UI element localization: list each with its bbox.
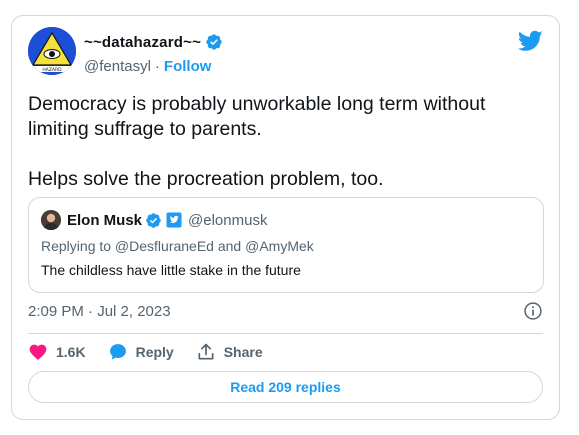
read-replies-button[interactable]: Read 209 replies xyxy=(28,371,543,403)
quoted-name-row: Elon Musk @elonmusk xyxy=(67,210,267,230)
affiliation-badge-icon xyxy=(166,212,182,228)
author-name-row: ~~datahazard~~ xyxy=(84,31,223,53)
author-display-name[interactable]: ~~datahazard~~ xyxy=(84,34,201,51)
like-button[interactable]: 1.6K xyxy=(28,342,86,362)
tweet-card: HAZARD ~~datahazard~~ @fentasyl · Follow… xyxy=(11,15,560,420)
author-avatar[interactable]: HAZARD xyxy=(28,27,76,75)
replying-to-text: Replying to @DesfluraneEd and @AmyMek xyxy=(41,238,314,254)
action-bar: 1.6K Reply Share xyxy=(28,340,285,364)
share-button[interactable]: Share xyxy=(196,342,263,362)
divider xyxy=(28,333,543,334)
share-label: Share xyxy=(223,344,263,360)
reply-label: Reply xyxy=(135,344,174,360)
like-count: 1.6K xyxy=(56,344,86,360)
verified-badge-icon xyxy=(146,212,161,228)
tweet-text: Democracy is probably unworkable long te… xyxy=(28,93,486,190)
quoted-display-name: Elon Musk xyxy=(67,211,143,229)
follow-link[interactable]: Follow xyxy=(164,58,212,75)
tweet-timestamp[interactable]: 2:09 PM · Jul 2, 2023 xyxy=(28,303,171,320)
author-handle[interactable]: @fentasyl xyxy=(84,58,151,75)
quoted-handle: @elonmusk xyxy=(188,211,268,229)
heart-icon xyxy=(29,344,47,360)
twitter-bird-icon[interactable] xyxy=(518,30,543,52)
reply-button[interactable]: Reply xyxy=(108,342,174,362)
info-icon[interactable] xyxy=(523,301,543,321)
quoted-tweet[interactable]: Elon Musk @elonmusk Replying to @Desflur… xyxy=(28,197,544,293)
person-avatar-icon xyxy=(41,210,61,230)
share-icon xyxy=(198,343,214,360)
quoted-author-avatar xyxy=(41,210,61,230)
avatar-eye-triangle-icon: HAZARD xyxy=(28,27,76,75)
quoted-tweet-text: The childless have little stake in the f… xyxy=(41,262,301,278)
author-handle-row: @fentasyl · Follow xyxy=(84,56,211,76)
separator-dot: · xyxy=(154,57,160,75)
verified-badge-icon xyxy=(206,34,222,50)
svg-text:HAZARD: HAZARD xyxy=(42,67,62,73)
reply-bubble-icon xyxy=(109,344,126,360)
